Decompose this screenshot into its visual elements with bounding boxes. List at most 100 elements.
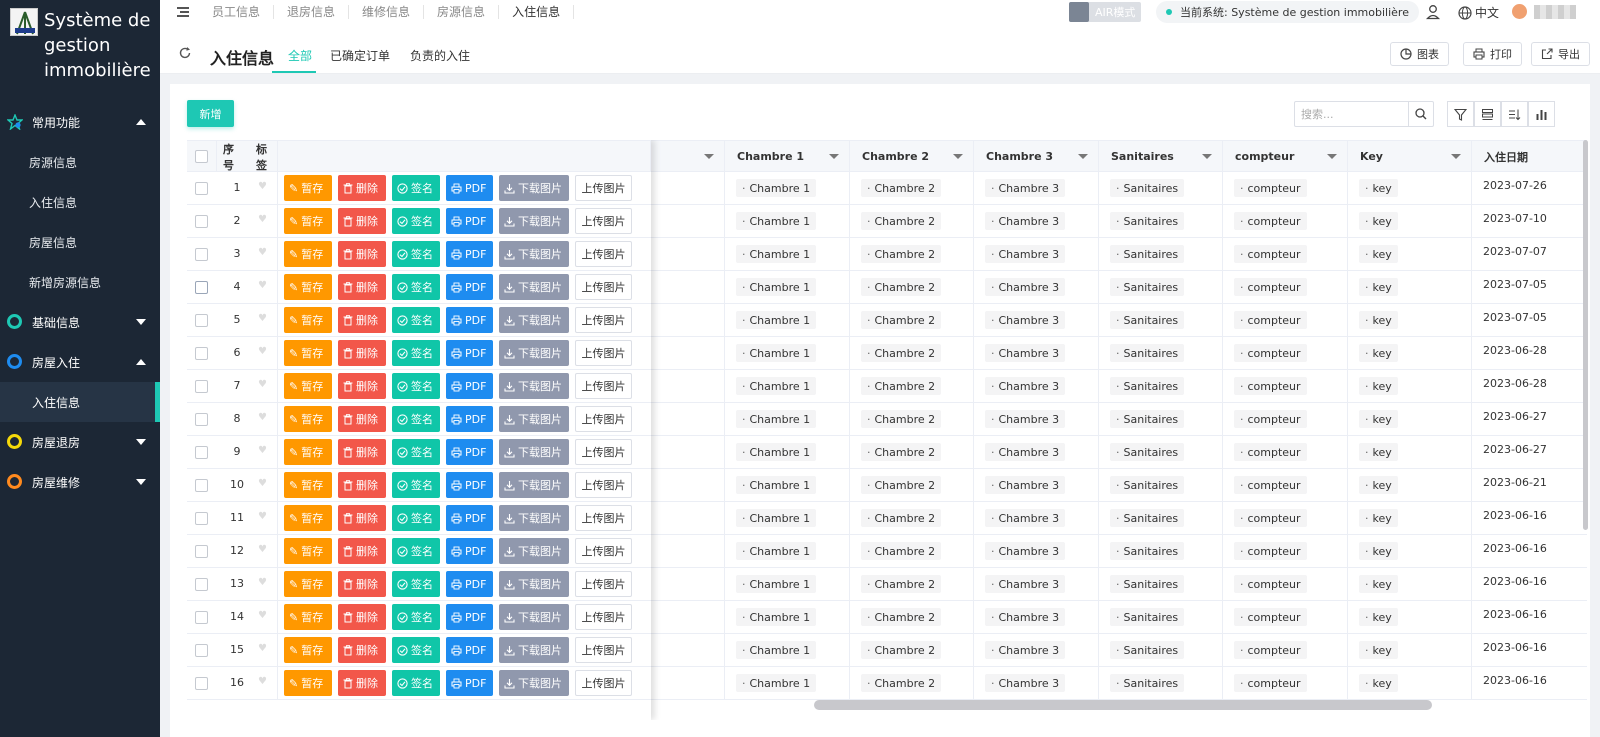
sign-button[interactable]: 签名 (392, 538, 440, 564)
heart-icon[interactable]: ♥ (258, 247, 267, 258)
sidebar-item-new-listing[interactable]: 新增房源信息 (0, 262, 160, 302)
download-image-button[interactable]: 下载图片 (499, 505, 569, 531)
add-new-button[interactable]: 新增 (187, 100, 234, 127)
col-header-sanitaires[interactable]: Sanitaires (1099, 141, 1223, 172)
heart-icon[interactable]: ♥ (258, 214, 267, 225)
vertical-scrollbar[interactable] (1583, 140, 1588, 530)
delete-button[interactable]: 删除 (338, 208, 386, 234)
save-draft-button[interactable]: ✎ 暂存 (284, 538, 332, 564)
download-image-button[interactable]: 下载图片 (499, 604, 569, 630)
save-draft-button[interactable]: ✎ 暂存 (284, 175, 332, 201)
upload-image-button[interactable]: 上传图片 (575, 538, 632, 564)
delete-button[interactable]: 删除 (338, 406, 386, 432)
upload-image-button[interactable]: 上传图片 (575, 241, 632, 267)
delete-button[interactable]: 删除 (338, 472, 386, 498)
sign-button[interactable]: 签名 (392, 604, 440, 630)
print-button[interactable]: 打印 (1463, 42, 1522, 66)
pdf-button[interactable]: PDF (446, 505, 493, 531)
heart-icon[interactable]: ♥ (258, 643, 267, 654)
row-checkbox[interactable] (195, 445, 208, 459)
upload-image-button[interactable]: 上传图片 (575, 175, 632, 201)
heart-icon[interactable]: ♥ (258, 544, 267, 555)
row-checkbox[interactable] (195, 676, 208, 690)
upload-image-button[interactable]: 上传图片 (575, 472, 632, 498)
upload-image-button[interactable]: 上传图片 (575, 307, 632, 333)
tab-confirmed-orders[interactable]: 已确定订单 (330, 47, 390, 64)
download-image-button[interactable]: 下载图片 (499, 439, 569, 465)
sign-button[interactable]: 签名 (392, 175, 440, 201)
save-draft-button[interactable]: ✎ 暂存 (284, 604, 332, 630)
refresh-icon[interactable] (178, 46, 192, 63)
save-draft-button[interactable]: ✎ 暂存 (284, 241, 332, 267)
delete-button[interactable]: 删除 (338, 439, 386, 465)
topnav-checkout[interactable]: 退房信息 (274, 5, 350, 19)
topnav-employee[interactable]: 员工信息 (199, 5, 275, 19)
pdf-button[interactable]: PDF (446, 472, 493, 498)
tab-my-checkins[interactable]: 负责的入住 (410, 47, 470, 64)
col-header-chambre3[interactable]: Chambre 3 (974, 141, 1099, 172)
row-checkbox[interactable] (195, 346, 208, 360)
delete-button[interactable]: 删除 (338, 274, 386, 300)
search-input[interactable]: 搜索... (1294, 101, 1434, 127)
pdf-button[interactable]: PDF (446, 208, 493, 234)
sign-button[interactable]: 签名 (392, 637, 440, 663)
sidebar-item-checkin[interactable]: 入住信息 (0, 182, 160, 222)
row-checkbox[interactable] (195, 247, 208, 261)
topnav-listings[interactable]: 房源信息 (424, 5, 500, 19)
delete-button[interactable]: 删除 (338, 505, 386, 531)
sign-button[interactable]: 签名 (392, 406, 440, 432)
sidebar-item-listings[interactable]: 房源信息 (0, 142, 160, 182)
heart-icon[interactable]: ♥ (258, 346, 267, 357)
download-image-button[interactable]: 下载图片 (499, 274, 569, 300)
sidebar-group-checkin[interactable]: 房屋入住 (0, 342, 160, 382)
row-checkbox[interactable] (195, 313, 208, 327)
col-header-key[interactable]: Key (1348, 141, 1472, 172)
save-draft-button[interactable]: ✎ 暂存 (284, 505, 332, 531)
row-checkbox[interactable] (195, 478, 208, 492)
air-mode-toggle[interactable]: AIR模式 (1069, 2, 1141, 22)
upload-image-button[interactable]: 上传图片 (575, 373, 632, 399)
delete-button[interactable]: 删除 (338, 571, 386, 597)
heart-icon[interactable]: ♥ (258, 379, 267, 390)
row-checkbox[interactable] (195, 412, 208, 426)
heart-icon[interactable]: ♥ (258, 577, 267, 588)
upload-image-button[interactable]: 上传图片 (575, 340, 632, 366)
delete-button[interactable]: 删除 (338, 604, 386, 630)
upload-image-button[interactable]: 上传图片 (575, 670, 632, 696)
pdf-button[interactable]: PDF (446, 340, 493, 366)
horizontal-scrollbar[interactable] (814, 700, 1432, 710)
sign-button[interactable]: 签名 (392, 571, 440, 597)
download-image-button[interactable]: 下载图片 (499, 208, 569, 234)
upload-image-button[interactable]: 上传图片 (575, 274, 632, 300)
export-button[interactable]: 导出 (1531, 42, 1590, 66)
heart-icon[interactable]: ♥ (258, 445, 267, 456)
sidebar-group-checkout[interactable]: 房屋退房 (0, 422, 160, 462)
download-image-button[interactable]: 下载图片 (499, 307, 569, 333)
upload-image-button[interactable]: 上传图片 (575, 637, 632, 663)
row-checkbox[interactable] (195, 643, 208, 657)
download-image-button[interactable]: 下载图片 (499, 241, 569, 267)
pdf-button[interactable]: PDF (446, 538, 493, 564)
heart-icon[interactable]: ♥ (258, 280, 267, 291)
pdf-button[interactable]: PDF (446, 373, 493, 399)
pdf-button[interactable]: PDF (446, 637, 493, 663)
heart-icon[interactable]: ♥ (258, 181, 267, 192)
download-image-button[interactable]: 下载图片 (499, 538, 569, 564)
col-header-chambre2[interactable]: Chambre 2 (850, 141, 974, 172)
save-draft-button[interactable]: ✎ 暂存 (284, 208, 332, 234)
download-image-button[interactable]: 下载图片 (499, 340, 569, 366)
heart-icon[interactable]: ♥ (258, 313, 267, 324)
delete-button[interactable]: 删除 (338, 340, 386, 366)
pdf-button[interactable]: PDF (446, 175, 493, 201)
row-checkbox[interactable] (195, 181, 208, 195)
delete-button[interactable]: 删除 (338, 373, 386, 399)
sign-button[interactable]: 签名 (392, 340, 440, 366)
save-draft-button[interactable]: ✎ 暂存 (284, 274, 332, 300)
row-checkbox[interactable] (195, 577, 208, 591)
upload-image-button[interactable]: 上传图片 (575, 406, 632, 432)
upload-image-button[interactable]: 上传图片 (575, 604, 632, 630)
save-draft-button[interactable]: ✎ 暂存 (284, 571, 332, 597)
heart-icon[interactable]: ♥ (258, 676, 267, 687)
delete-button[interactable]: 删除 (338, 538, 386, 564)
pdf-button[interactable]: PDF (446, 439, 493, 465)
